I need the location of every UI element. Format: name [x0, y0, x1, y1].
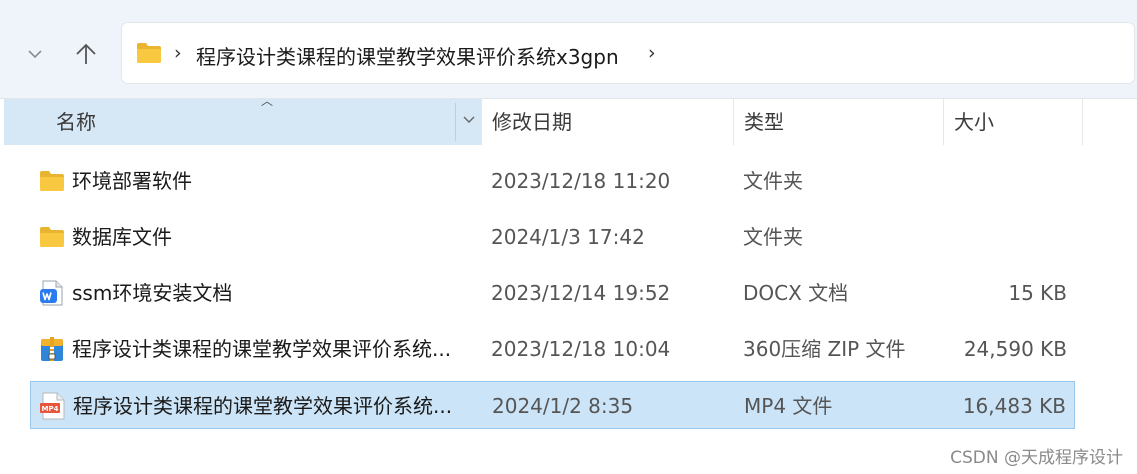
folder-icon — [137, 43, 161, 63]
column-header-size-label: 大小 — [954, 110, 994, 134]
file-date: 2023/12/18 10:04 — [491, 337, 671, 361]
file-name: 环境部署软件 — [72, 169, 192, 193]
file-row-selected[interactable]: MP4 程序设计类课程的课堂教学效果评价系统... 2024/1/2 8:35 … — [30, 381, 1075, 429]
breadcrumb-current-folder[interactable]: 程序设计类课程的课堂教学效果评价系统x3gpn — [196, 41, 619, 70]
file-size: 15 KB — [1008, 281, 1067, 305]
file-row[interactable]: 程序设计类课程的课堂教学效果评价系统... 2023/12/18 10:04 3… — [30, 325, 1075, 373]
mp4-icon-label: MP4 — [42, 405, 59, 413]
column-header-name-label: 名称 — [56, 110, 96, 134]
breadcrumb-expand-chevron[interactable]: › — [648, 42, 656, 64]
file-name: ssm环境安装文档 — [72, 281, 233, 305]
column-header-name[interactable]: ︿ 名称 — [4, 95, 481, 145]
file-name: 数据库文件 — [72, 225, 172, 249]
file-name: 程序设计类课程的课堂教学效果评价系统... — [72, 337, 452, 361]
file-row[interactable]: 数据库文件 2024/1/3 17:42 文件夹 — [30, 213, 1075, 261]
file-type: 360压缩 ZIP 文件 — [743, 337, 906, 361]
wps-doc-icon — [40, 280, 63, 306]
mp4-file-icon: MP4 — [40, 392, 65, 420]
folder-icon — [40, 227, 64, 247]
file-date: 2023/12/18 11:20 — [491, 169, 671, 193]
address-bar[interactable]: › 程序设计类课程的课堂教学效果评价系统x3gpn › — [121, 22, 1135, 84]
file-type: MP4 文件 — [744, 394, 833, 418]
chevron-down-icon — [28, 50, 42, 59]
file-type: DOCX 文档 — [743, 281, 849, 305]
file-size: 24,590 KB — [963, 337, 1067, 361]
csdn-watermark: CSDN @天成程序设计 — [950, 448, 1123, 468]
file-type: 文件夹 — [743, 225, 803, 249]
file-name: 程序设计类课程的课堂教学效果评价系统... — [73, 394, 453, 418]
column-header-type[interactable]: 类型 — [733, 99, 943, 145]
folder-icon — [40, 171, 64, 191]
zip-archive-icon — [41, 337, 63, 361]
sort-ascending-icon: ︿ — [261, 94, 274, 108]
column-header-date-label: 修改日期 — [492, 110, 572, 134]
column-header-row: ︿ 名称 修改日期 类型 大小 — [0, 95, 1137, 145]
navigation-bar: › 程序设计类课程的课堂教学效果评价系统x3gpn › — [0, 0, 1137, 99]
file-date: 2023/12/14 19:52 — [491, 281, 671, 305]
file-row[interactable]: ssm环境安装文档 2023/12/14 19:52 DOCX 文档 15 KB — [30, 269, 1075, 317]
file-size: 16,483 KB — [962, 394, 1066, 418]
file-row[interactable]: 环境部署软件 2023/12/18 11:20 文件夹 — [30, 157, 1075, 205]
column-header-type-label: 类型 — [744, 110, 784, 134]
column-filter-chevron-icon[interactable] — [462, 115, 476, 125]
up-button[interactable] — [68, 36, 104, 72]
file-date: 2024/1/2 8:35 — [492, 394, 634, 418]
breadcrumb-separator[interactable]: › — [174, 42, 182, 64]
up-arrow-icon — [76, 43, 96, 64]
column-header-size[interactable]: 大小 — [943, 99, 1083, 145]
file-date: 2024/1/3 17:42 — [491, 225, 645, 249]
column-header-date[interactable]: 修改日期 — [481, 99, 733, 145]
recent-locations-button[interactable] — [17, 36, 53, 72]
column-divider — [455, 103, 456, 141]
file-type: 文件夹 — [743, 169, 803, 193]
